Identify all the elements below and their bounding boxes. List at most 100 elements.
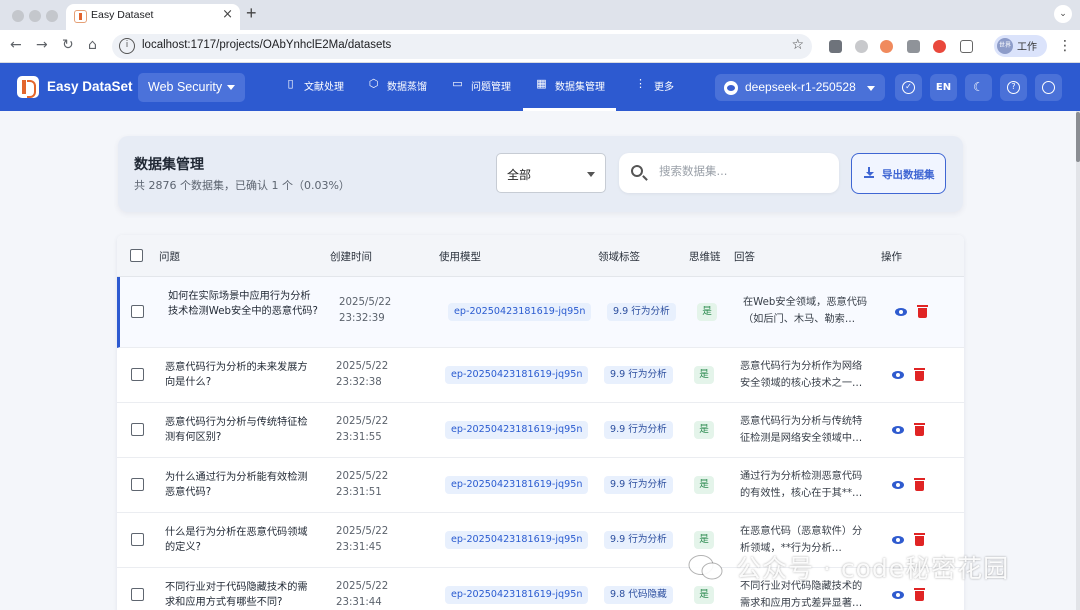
model-select[interactable]: deepseek-r1-250528: [715, 74, 885, 101]
profile-button[interactable]: 世界 工作: [994, 35, 1047, 57]
column-header-answer[interactable]: 回答: [734, 249, 755, 264]
model-chip: ep-20250423181619-jq95n: [445, 586, 589, 604]
theme-toggle-button[interactable]: ☾: [965, 74, 992, 101]
project-select[interactable]: Web Security: [138, 73, 245, 102]
browser-menu-icon[interactable]: ⋮: [1058, 38, 1072, 54]
check-task-button[interactable]: ✓: [895, 74, 922, 101]
nav-tab-label: 文献处理: [304, 82, 344, 93]
language-button[interactable]: EN: [930, 74, 957, 101]
scrollbar[interactable]: [1076, 111, 1080, 610]
delete-icon[interactable]: [914, 368, 925, 381]
more-icon: ⋮: [635, 77, 646, 90]
page-title: 数据集管理: [134, 157, 204, 173]
created-date: 2025/5/22: [336, 471, 389, 482]
view-icon[interactable]: [892, 426, 904, 434]
table-header: 问题 创建时间 使用模型 领域标签 思维链 回答 操作: [117, 235, 964, 277]
row-checkbox[interactable]: [131, 533, 144, 546]
address-bar[interactable]: i localhost:1717/projects/OAbYnhclE2Ma/d…: [112, 34, 812, 59]
delete-icon[interactable]: [914, 533, 925, 546]
github-icon: [1042, 81, 1055, 94]
row-checkbox[interactable]: [131, 305, 144, 318]
question-text: 为什么通过行为分析能有效检测恶意代码?: [165, 472, 308, 498]
browser-toolbar: ← → ↻ ⌂ i localhost:1717/projects/OAbYnh…: [0, 30, 1080, 63]
row-checkbox[interactable]: [131, 368, 144, 381]
extension-icon[interactable]: [933, 40, 946, 53]
chevron-down-icon: [227, 85, 235, 90]
view-icon[interactable]: [892, 481, 904, 489]
table-row[interactable]: 为什么通过行为分析能有效检测恶意代码? 2025/5/22 23:31:51 e…: [117, 458, 964, 513]
delete-icon[interactable]: [914, 478, 925, 491]
document-icon: ▯: [287, 77, 294, 90]
view-icon[interactable]: [895, 308, 907, 316]
model-label: deepseek-r1-250528: [745, 80, 856, 94]
tab-search-icon[interactable]: ⌄: [1054, 5, 1072, 23]
cot-chip: 是: [694, 421, 714, 439]
search-input[interactable]: [659, 164, 829, 178]
column-header-model[interactable]: 使用模型: [439, 249, 481, 264]
tag-chip: 9.9 行为分析: [604, 531, 673, 549]
column-header-created[interactable]: 创建时间: [330, 249, 372, 264]
forward-icon[interactable]: →: [36, 37, 48, 53]
view-icon[interactable]: [892, 536, 904, 544]
url-text[interactable]: localhost:1717/projects/OAbYnhclE2Ma/dat…: [142, 39, 391, 51]
delete-icon[interactable]: [914, 588, 925, 601]
search-box[interactable]: [619, 153, 839, 193]
export-dataset-button[interactable]: 导出数据集: [851, 153, 946, 194]
delete-icon[interactable]: [914, 423, 925, 436]
select-all-checkbox[interactable]: [130, 249, 143, 262]
table-row[interactable]: 恶意代码行为分析的未来发展方向是什么? 2025/5/22 23:32:38 e…: [117, 348, 964, 403]
back-icon[interactable]: ←: [10, 37, 22, 53]
window-zoom-button[interactable]: [46, 10, 58, 22]
extension-icon[interactable]: [829, 40, 842, 53]
extension-icon[interactable]: [907, 40, 920, 53]
column-header-actions: 操作: [881, 251, 902, 263]
created-time: 23:31:51: [336, 487, 382, 498]
check-circle-icon: ✓: [902, 81, 915, 94]
reload-icon[interactable]: ↻: [62, 37, 74, 53]
extension-icon[interactable]: [855, 40, 868, 53]
avatar: 世界: [997, 38, 1013, 54]
project-label: Web Security: [148, 80, 223, 94]
home-icon[interactable]: ⌂: [88, 37, 97, 53]
profile-label: 工作: [1017, 42, 1037, 53]
browser-tab[interactable]: Easy Dataset ×: [66, 4, 240, 30]
dataset-header-card: 数据集管理 共 2876 个数据集，已确认 1 个（0.03%） 全部 导出数据…: [118, 136, 963, 212]
table-row[interactable]: 恶意代码行为分析与传统特征检测有何区别? 2025/5/22 23:31:55 …: [117, 403, 964, 458]
scrollbar-thumb[interactable]: [1076, 112, 1080, 162]
created-time: 23:31:45: [336, 542, 382, 553]
extension-icon[interactable]: [880, 40, 893, 53]
export-label: 导出数据集: [882, 169, 935, 181]
tab-close-icon[interactable]: ×: [222, 7, 233, 22]
created-time: 23:31:44: [336, 597, 382, 608]
new-tab-button[interactable]: +: [246, 3, 257, 24]
row-checkbox[interactable]: [131, 478, 144, 491]
bookmark-star-icon[interactable]: ☆: [791, 37, 804, 53]
status-filter-select[interactable]: 全部: [496, 153, 606, 193]
window-minimize-button[interactable]: [29, 10, 41, 22]
model-chip: ep-20250423181619-jq95n: [448, 303, 592, 321]
view-icon[interactable]: [892, 371, 904, 379]
cot-chip: 是: [697, 303, 717, 321]
logo-icon: [17, 76, 39, 98]
row-checkbox[interactable]: [131, 423, 144, 436]
row-checkbox[interactable]: [131, 588, 144, 601]
column-header-question[interactable]: 问题: [159, 249, 180, 264]
delete-icon[interactable]: [917, 305, 928, 318]
table-row[interactable]: 如何在实际场景中应用行为分析技术检测Web安全中的恶意代码? 2025/5/22…: [117, 277, 964, 348]
view-icon[interactable]: [892, 591, 904, 599]
dataset-summary: 共 2876 个数据集，已确认 1 个（0.03%）: [134, 179, 350, 192]
window-close-button[interactable]: [12, 10, 24, 22]
tag-chip: 9.8 代码隐藏: [604, 586, 673, 604]
cube-icon: ⬡: [368, 77, 379, 90]
column-header-tag[interactable]: 领域标签: [598, 249, 640, 264]
column-header-cot[interactable]: 思维链: [689, 249, 721, 264]
site-info-icon[interactable]: i: [119, 38, 135, 54]
model-chip: ep-20250423181619-jq95n: [445, 366, 589, 384]
help-button[interactable]: ?: [1000, 74, 1027, 101]
nav-tab-label: 问题管理: [471, 82, 511, 93]
model-chip: ep-20250423181619-jq95n: [445, 476, 589, 494]
browser-tab-bar: Easy Dataset × + ⌄: [0, 0, 1080, 30]
puzzle-icon[interactable]: [960, 40, 973, 53]
created-date: 2025/5/22: [336, 416, 389, 427]
github-button[interactable]: [1035, 74, 1062, 101]
